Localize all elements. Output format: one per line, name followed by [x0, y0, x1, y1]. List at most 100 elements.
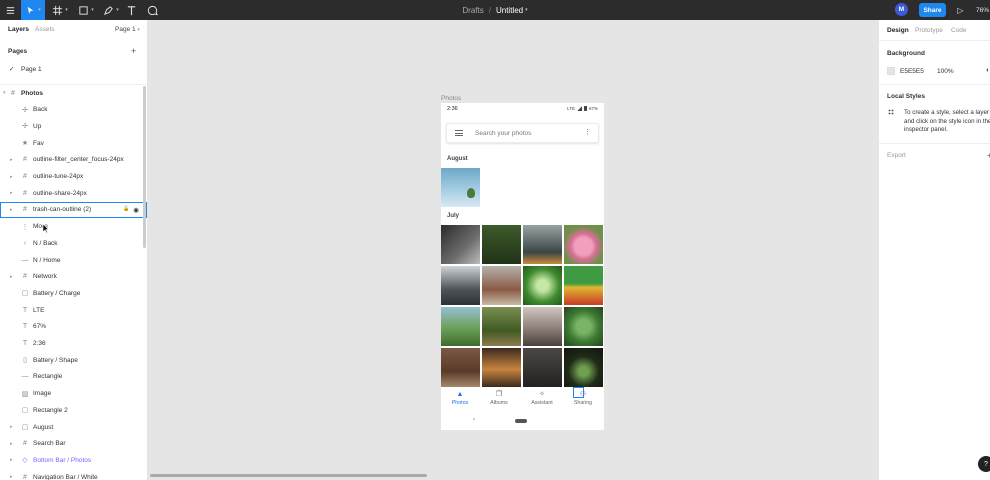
tab-prototype[interactable]: Prototype: [915, 27, 943, 34]
chevron-right-icon[interactable]: ▸: [10, 457, 13, 463]
layer-row[interactable]: ‹ N / Back: [0, 235, 147, 251]
eye-icon[interactable]: ◉: [133, 206, 139, 214]
photo-thumbnail[interactable]: [441, 307, 480, 346]
photo-thumbnail[interactable]: [523, 266, 562, 305]
search-bar[interactable]: Search your photos ⋮: [446, 123, 599, 143]
photo-thumbnail[interactable]: [441, 348, 480, 387]
layer-row[interactable]: ▯ Battery / Shape: [0, 352, 147, 368]
layer-row[interactable]: — Rectangle: [0, 369, 147, 385]
chevron-right-icon[interactable]: ▸: [10, 190, 13, 196]
frame-icon: #: [23, 273, 27, 281]
photo-thumbnail[interactable]: [482, 266, 521, 305]
page-list-item[interactable]: ✓ Page 1: [0, 63, 147, 75]
photo-thumbnail[interactable]: [564, 348, 603, 387]
layer-row[interactable]: ▾ # Photos: [0, 85, 147, 101]
tab-code[interactable]: Code: [951, 27, 967, 34]
visibility-eye-icon[interactable]: ◐: [986, 67, 990, 74]
layer-row[interactable]: T 67%: [0, 319, 147, 335]
tab-assets[interactable]: Assets: [35, 26, 55, 33]
chevron-right-icon[interactable]: ▸: [10, 207, 13, 213]
more-vertical-icon[interactable]: ⋮: [584, 128, 591, 136]
layer-row[interactable]: ★ Fav: [0, 135, 147, 151]
layer-row[interactable]: T 2:36: [0, 336, 147, 352]
pen-tool-button[interactable]: ▾: [101, 0, 121, 20]
layer-row[interactable]: ✢ Back: [0, 102, 147, 118]
background-opacity-input[interactable]: 100%: [937, 68, 954, 75]
layer-row[interactable]: ▢ Battery / Charge: [0, 285, 147, 301]
layers-scrollbar[interactable]: [143, 86, 146, 248]
photo-thumbnail[interactable]: [482, 225, 521, 264]
text-tool-button[interactable]: [125, 0, 138, 20]
export-heading[interactable]: Export: [887, 152, 906, 159]
nav-item-sharing[interactable]: ⚇ Sharing: [568, 388, 598, 412]
nav-item-assistant[interactable]: ✧ Assistant: [527, 388, 557, 412]
move-tool-button[interactable]: ▾: [21, 0, 45, 20]
layer-row[interactable]: ▸ # outline-filter_center_focus-24px: [0, 152, 147, 168]
layer-row[interactable]: — N / Home: [0, 252, 147, 268]
home-pill-icon[interactable]: [515, 419, 527, 423]
canvas[interactable]: Photos 2:36 LTE 67% Search your photos ⋮…: [148, 20, 878, 480]
rectangle-icon: ▢: [21, 407, 29, 415]
layer-row[interactable]: ⋮ More: [0, 219, 147, 235]
photo-thumbnail[interactable]: [564, 307, 603, 346]
photo-thumbnail[interactable]: [564, 266, 603, 305]
bottom-bar: ▲ Photos ❐ Albums ✧ Assistant ⚇ Sharing: [441, 388, 604, 412]
photo-thumbnail[interactable]: [482, 348, 521, 387]
layer-row[interactable]: ▸ ▢ August: [0, 419, 147, 435]
chevron-right-icon[interactable]: ▸: [10, 424, 13, 430]
photo-thumbnail[interactable]: [441, 168, 480, 207]
file-name[interactable]: Untitled: [496, 6, 523, 15]
tab-layers[interactable]: Layers: [8, 26, 29, 33]
layer-row[interactable]: ▸ # outline-share-24px: [0, 185, 147, 201]
main-menu-button[interactable]: [0, 0, 20, 20]
nav-item-photos[interactable]: ▲ Photos: [445, 388, 475, 412]
nav-item-albums[interactable]: ❐ Albums: [484, 388, 514, 412]
layer-row[interactable]: ▸ # Navigation Bar / White: [0, 469, 147, 480]
background-hex-input[interactable]: E5E5E5: [900, 68, 924, 75]
layer-row[interactable]: ▸ # outline-tune-24px: [0, 169, 147, 185]
layer-name: N / Home: [33, 256, 61, 264]
photo-thumbnail[interactable]: [441, 225, 480, 264]
zoom-level[interactable]: 76%: [976, 0, 989, 20]
photo-thumbnail[interactable]: [523, 307, 562, 346]
chevron-down-icon[interactable]: ▾: [3, 90, 6, 96]
chevron-right-icon[interactable]: ▸: [10, 157, 13, 163]
add-page-button[interactable]: +: [131, 46, 136, 56]
file-menu-chevron-icon[interactable]: ▾: [525, 7, 528, 13]
chevron-right-icon[interactable]: ▸: [10, 174, 13, 180]
layer-row[interactable]: ▢ Rectangle 2: [0, 402, 147, 418]
frame-label[interactable]: Photos: [441, 95, 461, 102]
chevron-left-icon[interactable]: ‹: [473, 417, 475, 423]
layer-row[interactable]: ✢ Up: [0, 118, 147, 134]
chevron-right-icon[interactable]: ▸: [10, 274, 13, 280]
layer-row[interactable]: ▸ # Network: [0, 269, 147, 285]
photo-thumbnail[interactable]: [482, 307, 521, 346]
help-button[interactable]: ?: [978, 456, 990, 472]
chevron-right-icon[interactable]: ▸: [10, 441, 13, 447]
layer-row[interactable]: ▸ # trash-can-outline (2) 🔓 ◉: [0, 201, 147, 218]
layer-row[interactable]: ▨ Image: [0, 386, 147, 402]
share-button[interactable]: Share: [919, 3, 946, 17]
breadcrumb-drafts[interactable]: Drafts: [462, 6, 483, 15]
photos-frame[interactable]: 2:36 LTE 67% Search your photos ⋮ August…: [441, 103, 604, 430]
photo-thumbnail[interactable]: [441, 266, 480, 305]
page-select[interactable]: Page 1 ▾: [115, 26, 140, 33]
user-avatar[interactable]: M: [895, 3, 908, 16]
layer-row[interactable]: ▸ # Search Bar: [0, 436, 147, 452]
background-color-swatch[interactable]: [887, 67, 895, 75]
photo-thumbnail[interactable]: [523, 225, 562, 264]
mouse-cursor-icon: [42, 223, 50, 234]
layer-row[interactable]: T LTE: [0, 302, 147, 318]
layer-row[interactable]: ▸ ◇ Bottom Bar / Photos: [0, 452, 147, 468]
photo-thumbnail[interactable]: [564, 225, 603, 264]
photo-thumbnail[interactable]: [523, 348, 562, 387]
chevron-right-icon[interactable]: ▸: [10, 474, 13, 480]
frame-tool-button[interactable]: ▾: [50, 0, 70, 20]
shape-tool-button[interactable]: ▾: [76, 0, 96, 20]
tab-design[interactable]: Design: [887, 27, 909, 34]
comment-tool-button[interactable]: [145, 0, 159, 20]
canvas-horizontal-scrollbar[interactable]: [150, 474, 427, 477]
unlock-icon[interactable]: 🔓: [123, 206, 129, 214]
present-button[interactable]: ▷: [955, 4, 966, 16]
hamburger-menu-icon[interactable]: [455, 130, 463, 136]
